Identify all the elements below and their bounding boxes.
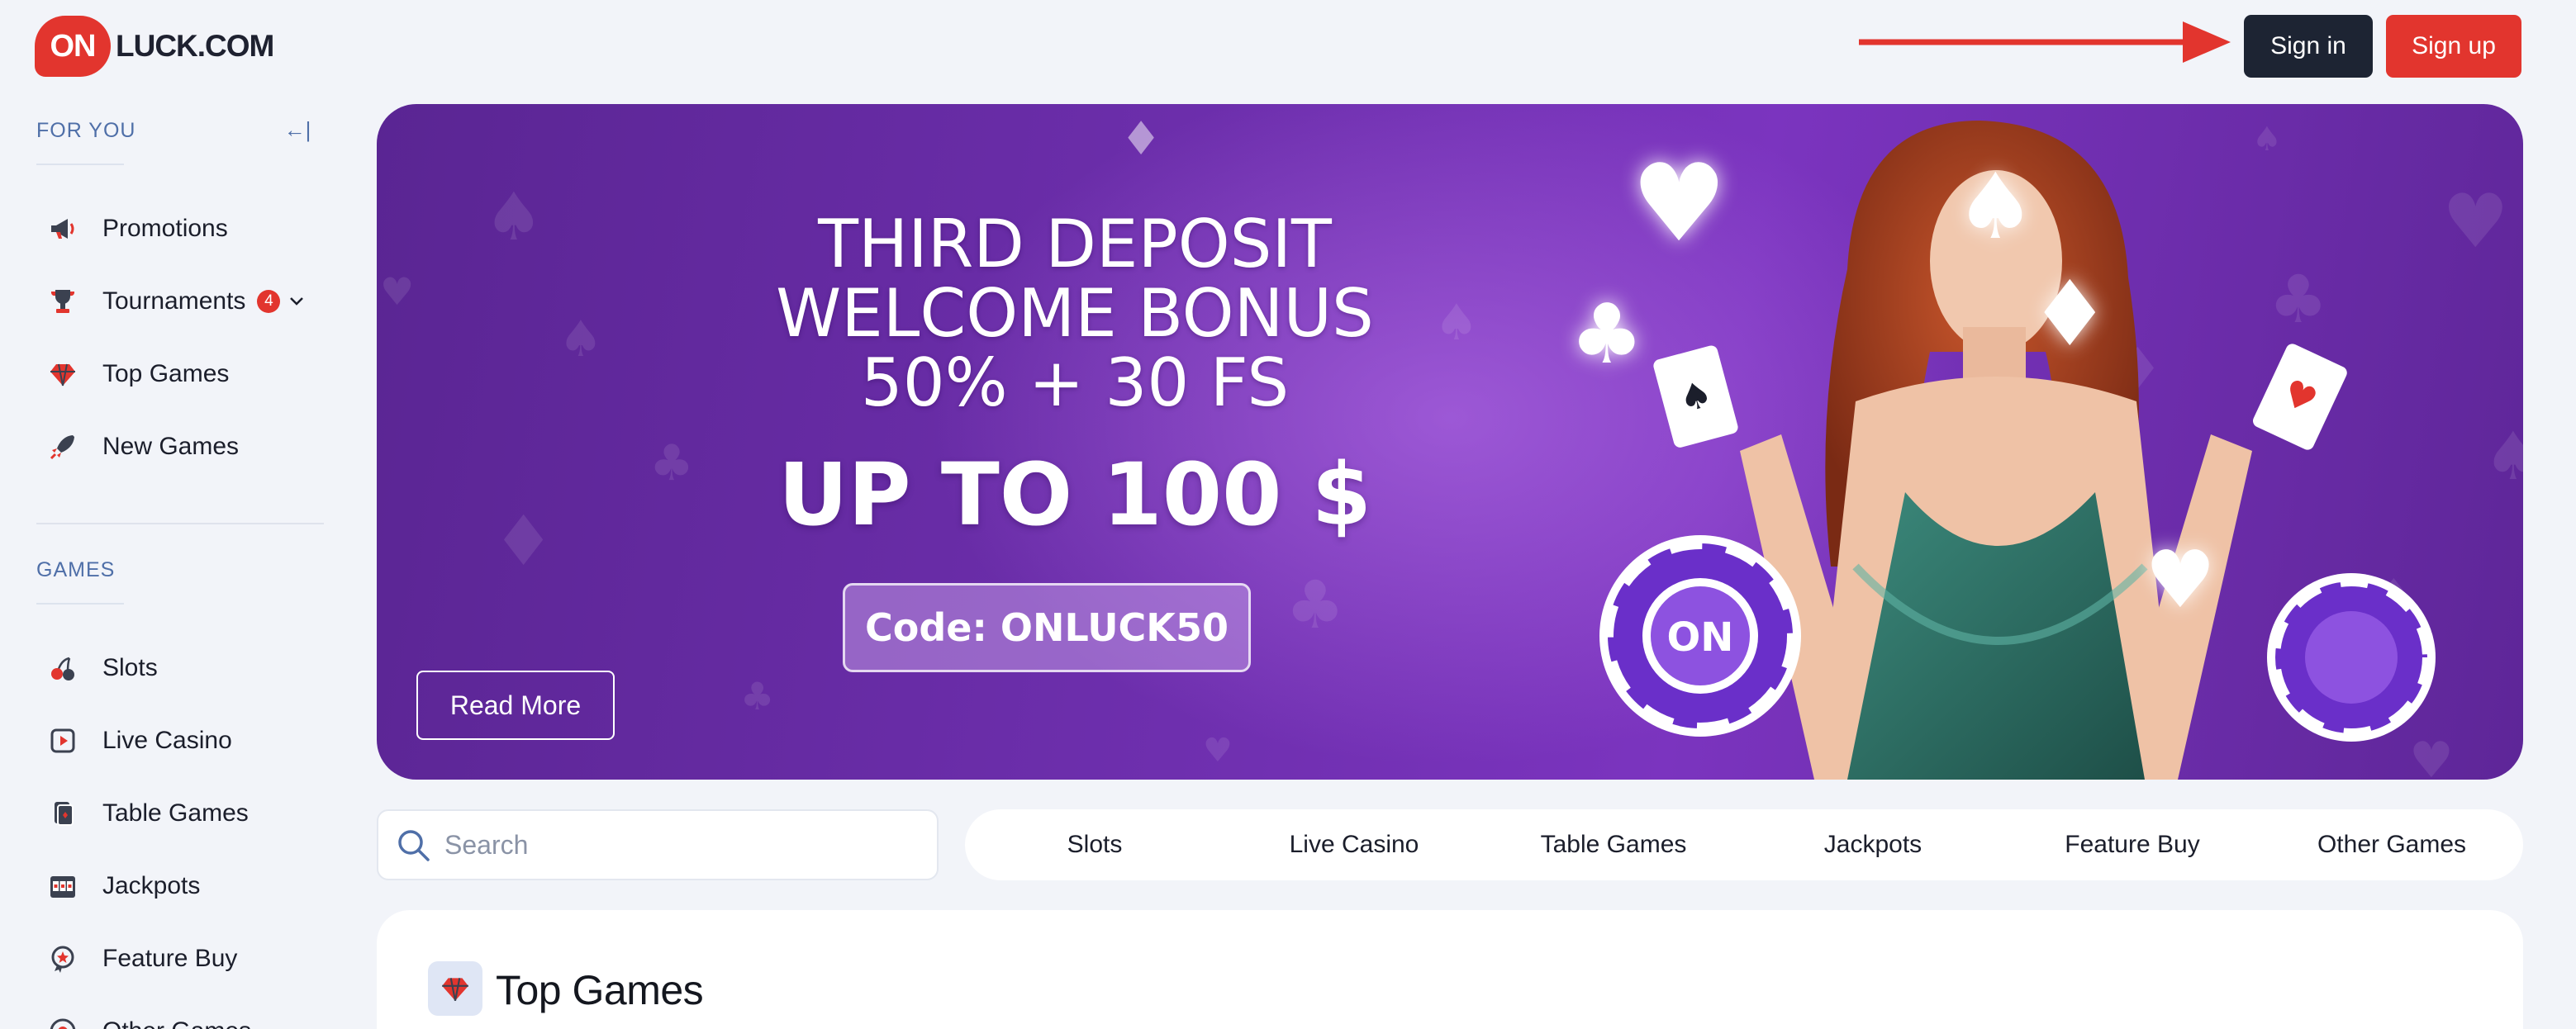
spade-pattern-icon: ♠ xyxy=(484,178,544,255)
brand-logo[interactable]: ON LUCK.COM xyxy=(35,15,274,78)
red-arrow-annotation xyxy=(1859,21,2231,63)
sidebar-item-slots[interactable]: Slots xyxy=(36,639,326,697)
diamond-icon xyxy=(41,353,84,396)
diamond-pattern-icon: ♦ xyxy=(492,500,555,581)
promo-code-box[interactable]: Code: ONLUCK50 xyxy=(843,583,1251,672)
category-filter-bar: Slots Live Casino Table Games Jackpots F… xyxy=(965,809,2523,880)
glowing-heart-icon: ♥ xyxy=(2145,533,2217,626)
sidebar-item-table-games[interactable]: Table Games xyxy=(36,785,326,842)
sidebar-item-label: Top Games xyxy=(102,360,230,387)
banner-title-line: WELCOME BONUS xyxy=(776,275,1374,352)
sidebar-item-new-games[interactable]: New Games xyxy=(36,418,326,476)
for-you-heading: FOR YOU xyxy=(36,119,136,142)
sidebar-item-top-games[interactable]: Top Games xyxy=(36,345,326,403)
sign-up-button[interactable]: Sign up xyxy=(2386,15,2521,78)
glowing-diamond-icon: ♦ xyxy=(2029,261,2111,367)
search-icon xyxy=(398,830,430,861)
tournaments-count-badge: 4 xyxy=(257,290,281,313)
cherries-icon xyxy=(41,647,84,690)
slot-machine-icon xyxy=(41,865,84,908)
sidebar-item-promotions[interactable]: Promotions xyxy=(36,200,326,258)
filter-tab-other-games[interactable]: Other Games xyxy=(2262,831,2521,859)
promo-banner[interactable]: ♠ ♥ ♦ ♣ ♠ ♣ ♦ ♣ ♠ ♦ ♣ ♥ ♦ ♠ ♠ ♥ ♥ THIRD … xyxy=(377,104,2523,780)
heart-pattern-icon: ♥ xyxy=(1203,732,1233,770)
sidebar-divider xyxy=(36,523,324,524)
banner-title-line: THIRD DEPOSIT xyxy=(818,206,1332,282)
club-pattern-icon: ♣ xyxy=(740,674,775,718)
sidebar-item-label: Slots xyxy=(102,654,158,681)
filter-tab-live-casino[interactable]: Live Casino xyxy=(1224,831,1484,859)
sidebar-item-label: Promotions xyxy=(102,215,228,242)
search-input[interactable] xyxy=(444,829,907,861)
sidebar-item-feature-buy[interactable]: Feature Buy xyxy=(36,930,326,988)
rocket-icon xyxy=(41,425,84,468)
sign-in-button[interactable]: Sign in xyxy=(2244,15,2373,78)
play-icon xyxy=(41,719,84,762)
sidebar-item-label: Jackpots xyxy=(102,872,201,899)
section-title: Top Games xyxy=(496,967,704,1013)
diamond-icon xyxy=(428,961,482,1016)
sidebar-item-label: Other Games xyxy=(102,1017,251,1029)
cards-icon xyxy=(41,792,84,835)
sidebar-item-label: Table Games xyxy=(102,799,249,827)
games-heading: GAMES xyxy=(36,558,116,581)
roulette-icon xyxy=(41,1010,84,1029)
sidebar-item-jackpots[interactable]: Jackpots xyxy=(36,857,326,915)
sidebar-item-label: Live Casino xyxy=(102,727,232,754)
banner-title-line: 50% + 30 FS xyxy=(860,344,1290,421)
sidebar-item-tournaments[interactable]: Tournaments 4 xyxy=(36,273,326,330)
chevron-down-icon[interactable] xyxy=(287,292,307,311)
sidebar-item-label: New Games xyxy=(102,433,240,460)
club-pattern-icon: ♣ xyxy=(1286,567,1345,643)
poker-chip-left: ON xyxy=(1599,535,1801,737)
heart-pattern-icon: ♥ xyxy=(380,269,415,314)
club-pattern-icon: ♣ xyxy=(649,434,694,492)
megaphone-icon xyxy=(41,207,84,250)
glowing-heart-icon: ♥ xyxy=(1631,140,1728,266)
banner-amount: UP TO 100 $ xyxy=(777,444,1372,545)
filter-tab-jackpots[interactable]: Jackpots xyxy=(1743,831,2003,859)
banner-title: THIRD DEPOSIT WELCOME BONUS 50% + 30 FS xyxy=(724,210,1426,418)
poker-chip-right xyxy=(2267,573,2436,742)
sidebar-item-label: Feature Buy xyxy=(102,945,238,972)
diamond-pattern-icon: ♦ xyxy=(1120,112,1162,166)
glowing-spade-icon: ♠ xyxy=(1955,154,2037,259)
read-more-button[interactable]: Read More xyxy=(416,671,615,740)
star-badge-icon xyxy=(41,937,84,980)
logo-text: LUCK.COM xyxy=(116,29,274,63)
sidebar-item-label: Tournaments xyxy=(102,287,246,315)
trophy-icon xyxy=(41,280,84,323)
filter-tab-table-games[interactable]: Table Games xyxy=(1484,831,1743,859)
search-box[interactable] xyxy=(377,809,939,880)
top-games-section: Top Games xyxy=(377,910,2523,1029)
games-underline xyxy=(36,603,124,605)
svg-text:ON: ON xyxy=(1667,614,1734,661)
filter-tab-feature-buy[interactable]: Feature Buy xyxy=(2003,831,2262,859)
for-you-underline xyxy=(36,164,124,165)
spade-pattern-icon: ♠ xyxy=(558,311,603,368)
sidebar-item-live-casino[interactable]: Live Casino xyxy=(36,712,326,770)
filter-tab-slots[interactable]: Slots xyxy=(965,831,1224,859)
glowing-club-icon: ♣ xyxy=(1570,286,1644,382)
collapse-sidebar-icon[interactable]: ←| xyxy=(281,116,314,144)
logo-badge: ON xyxy=(35,16,111,77)
sidebar-item-other-games[interactable]: Other Games xyxy=(36,1003,326,1029)
